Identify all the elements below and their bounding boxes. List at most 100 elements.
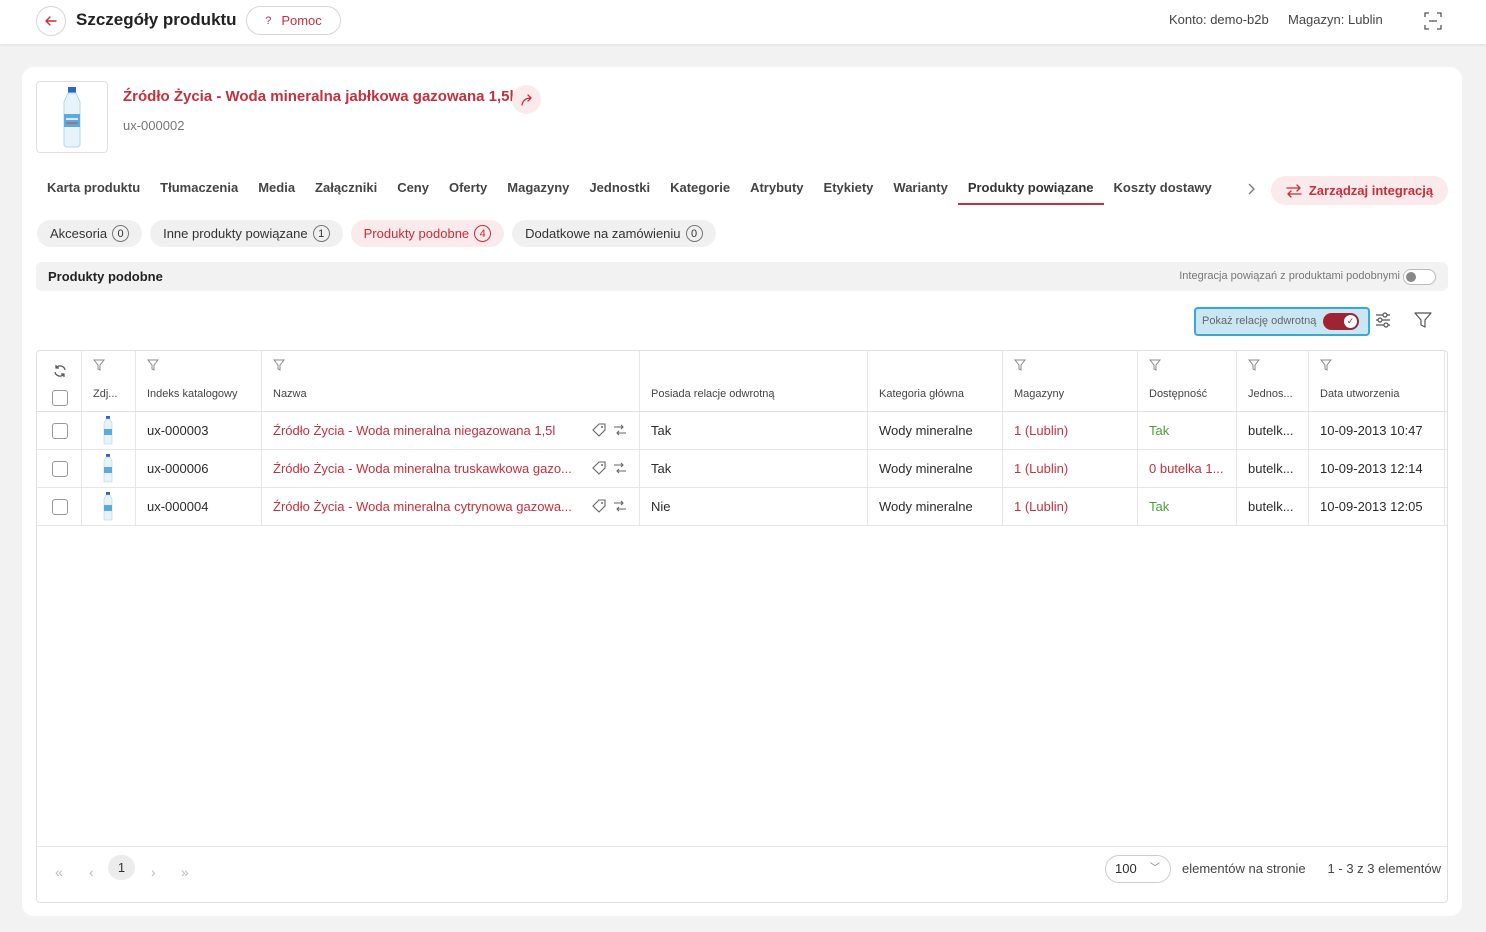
integration-toggle[interactable] <box>1403 269 1436 285</box>
tab-offers[interactable]: Oferty <box>439 172 497 205</box>
column-filter-icon[interactable] <box>1014 359 1026 371</box>
column-main-category[interactable]: Kategoria główna <box>868 351 1003 411</box>
integration-toggle-label: Integracja powiązań z produktami podobny… <box>1179 270 1400 282</box>
row-select <box>37 412 82 449</box>
pill-label: Inne produkty powiązane <box>163 226 308 241</box>
column-availability[interactable]: Dostępność <box>1138 351 1237 411</box>
tab-units[interactable]: Jednostki <box>579 172 660 205</box>
column-filter-icon[interactable] <box>93 359 105 371</box>
reverse-relation-toggle[interactable] <box>1323 313 1359 330</box>
row-checkbox[interactable] <box>52 498 68 515</box>
back-button[interactable] <box>36 6 66 36</box>
column-created-date[interactable]: Data utworzenia <box>1309 351 1445 411</box>
tag-icon[interactable] <box>592 499 606 513</box>
tab-translations[interactable]: Tłumaczenia <box>150 172 248 205</box>
column-photo[interactable]: Zdj... <box>82 351 136 411</box>
row-category: Wody mineralne <box>868 488 1003 525</box>
help-button[interactable]: ? Pomoc <box>246 6 341 35</box>
page-size-select[interactable]: 100 ﹀ <box>1105 855 1171 883</box>
row-checkbox[interactable] <box>52 422 68 439</box>
row-photo <box>82 412 136 449</box>
tab-product-card[interactable]: Karta produktu <box>37 172 150 205</box>
pill-accessories[interactable]: Akcesoria 0 <box>37 220 143 247</box>
table-row[interactable]: ux-000003 Źródło Życia - Woda mineralna … <box>37 412 1447 450</box>
product-link[interactable]: Źródło Życia - Woda mineralna truskawkow… <box>273 461 572 476</box>
column-filter-icon[interactable] <box>1320 359 1332 371</box>
column-name[interactable]: Nazwa <box>262 351 640 411</box>
tag-icon[interactable] <box>592 461 606 475</box>
current-page[interactable]: 1 <box>108 855 135 880</box>
product-link[interactable]: Źródło Życia - Woda mineralna niegazowan… <box>273 423 555 438</box>
question-icon: ? <box>265 14 272 27</box>
table-row[interactable]: ux-000004 Źródło Życia - Woda mineralna … <box>37 488 1447 526</box>
tab-warehouses[interactable]: Magazyny <box>497 172 579 205</box>
fullscreen-icon[interactable] <box>1423 11 1443 31</box>
column-filter-icon[interactable] <box>147 359 159 371</box>
row-availability: Tak <box>1138 488 1237 525</box>
column-title: Magazyny <box>1014 388 1065 400</box>
prev-page-icon[interactable]: ‹ <box>89 864 94 880</box>
tab-media[interactable]: Media <box>248 172 305 205</box>
column-title: Indeks katalogowy <box>147 388 238 400</box>
column-unit[interactable]: Jednos... <box>1237 351 1309 411</box>
tab-prices[interactable]: Ceny <box>387 172 439 205</box>
page-title: Szczegóły produktu <box>76 10 237 29</box>
tab-categories[interactable]: Kategorie <box>660 172 740 205</box>
select-all-checkbox[interactable] <box>52 390 68 406</box>
column-warehouses[interactable]: Magazyny <box>1003 351 1138 411</box>
row-reverse: Tak <box>640 412 868 449</box>
column-filter-icon[interactable] <box>1248 359 1260 371</box>
column-catalog-index[interactable]: Indeks katalogowy <box>136 351 262 411</box>
tab-delivery-costs[interactable]: Koszty dostawy <box>1104 172 1222 205</box>
table-row[interactable]: ux-000006 Źródło Życia - Woda mineralna … <box>37 450 1447 488</box>
row-select <box>37 450 82 487</box>
tag-icon[interactable] <box>592 423 606 437</box>
product-tabs: Karta produktu Tłumaczenia Media Załączn… <box>37 172 1222 205</box>
column-filter-icon[interactable] <box>1149 359 1161 371</box>
next-page-icon[interactable]: › <box>151 864 156 880</box>
first-page-icon[interactable]: « <box>55 864 63 880</box>
row-warehouses-link[interactable]: 1 (Lublin) <box>1003 412 1138 449</box>
column-settings-icon[interactable] <box>1374 311 1392 329</box>
account-info: Konto: demo-b2b <box>1169 12 1269 27</box>
row-checkbox[interactable] <box>52 460 68 477</box>
column-filter-icon[interactable] <box>273 359 285 371</box>
product-link[interactable]: Źródło Życia - Woda mineralna cytrynowa … <box>273 499 572 514</box>
column-reverse-relation[interactable]: Posiada relacje odwrotną <box>640 351 868 411</box>
pill-label: Akcesoria <box>50 226 108 241</box>
column-title: Dostępność <box>1149 388 1208 400</box>
row-code: ux-000003 <box>136 412 262 449</box>
row-photo <box>82 450 136 487</box>
page-size-value: 100 <box>1115 861 1137 876</box>
items-count: 1 - 3 z 3 elementów <box>1327 861 1441 876</box>
manage-integration-button[interactable]: Zarządzaj integracją <box>1271 176 1448 205</box>
tab-variants[interactable]: Warianty <box>883 172 957 205</box>
water-bottle-icon <box>63 87 81 148</box>
reverse-relation-control: Pokaż relację odwrotną <box>1194 307 1370 336</box>
row-warehouses-link[interactable]: 1 (Lublin) <box>1003 488 1138 525</box>
tab-related-products[interactable]: Produkty powiązane <box>957 172 1104 205</box>
relations-icon[interactable] <box>613 423 627 437</box>
product-image <box>36 81 108 153</box>
section-header: Produkty podobne Integracja powiązań z p… <box>36 262 1448 291</box>
refresh-icon[interactable] <box>53 364 67 378</box>
row-code: ux-000004 <box>136 488 262 525</box>
relations-icon[interactable] <box>613 461 627 475</box>
row-category: Wody mineralne <box>868 412 1003 449</box>
count-badge: 1 <box>312 225 330 242</box>
pill-other-related[interactable]: Inne produkty powiązane 1 <box>150 220 343 247</box>
share-button[interactable] <box>512 85 541 114</box>
manage-integration-label: Zarządzaj integracją <box>1308 183 1434 198</box>
relations-icon[interactable] <box>613 499 627 513</box>
filter-icon[interactable] <box>1414 311 1432 329</box>
pill-similar-products[interactable]: Produkty podobne 4 <box>350 220 505 247</box>
pill-order-extras[interactable]: Dodatkowe na zamówieniu 0 <box>512 220 716 247</box>
row-warehouses-link[interactable]: 1 (Lublin) <box>1003 450 1138 487</box>
tab-attachments[interactable]: Załączniki <box>305 172 387 205</box>
tab-labels[interactable]: Etykiety <box>814 172 884 205</box>
tab-attributes[interactable]: Atrybuty <box>740 172 813 205</box>
column-title: Posiada relacje odwrotną <box>651 388 775 400</box>
chevron-right-icon[interactable] <box>1244 180 1260 198</box>
swap-arrows-icon <box>1286 183 1302 198</box>
last-page-icon[interactable]: » <box>181 864 189 880</box>
